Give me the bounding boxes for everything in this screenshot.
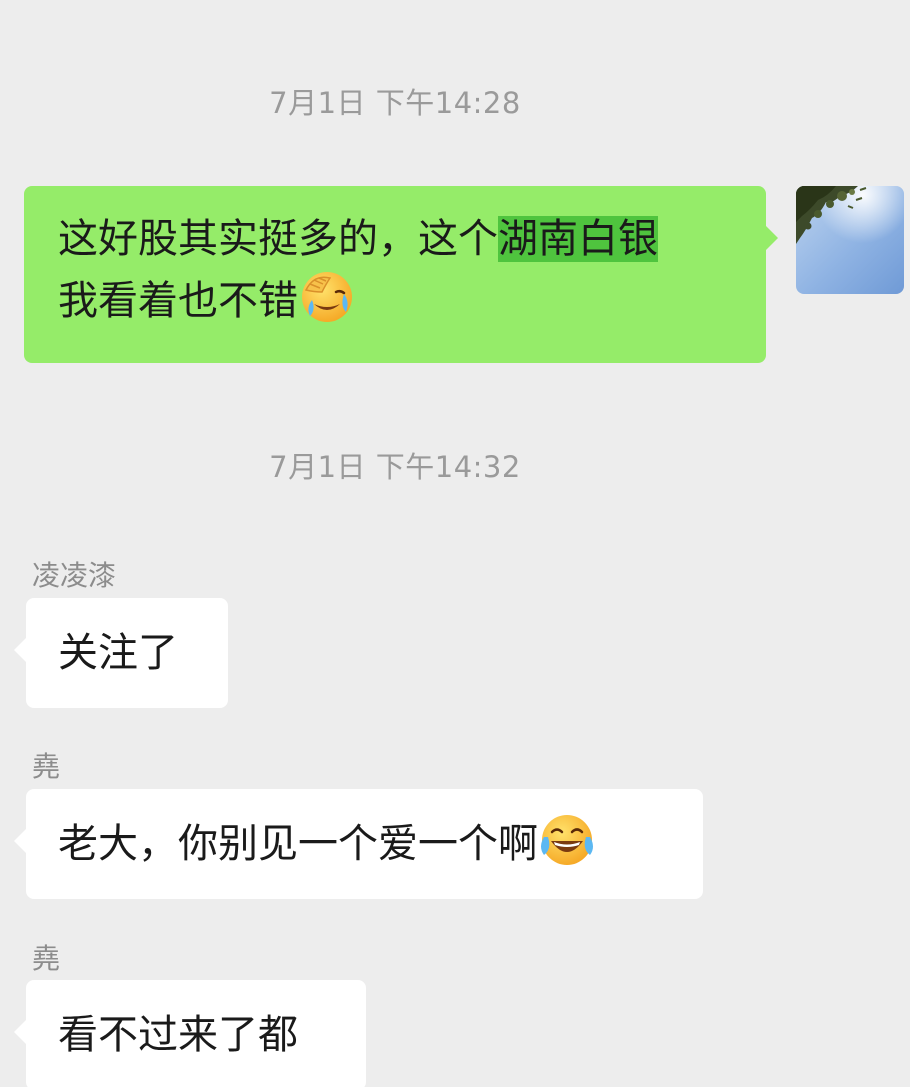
- message-text: 老大，你别见一个爱一个啊: [58, 821, 538, 867]
- chat-window[interactable]: 7月1日 下午14:28 这好股其实挺多的，这个湖南白银 我看着也不错 7月1日…: [0, 0, 910, 1087]
- message-line: 我看着也不错: [58, 270, 732, 332]
- sender-name: 堯: [32, 942, 61, 975]
- sender-name: 凌凌漆: [32, 559, 117, 592]
- avatar[interactable]: [796, 186, 904, 294]
- tears-of-joy-emoji-icon: [541, 815, 593, 865]
- outgoing-message-bubble[interactable]: 这好股其实挺多的，这个湖南白银 我看着也不错: [24, 186, 778, 363]
- incoming-message-bubble[interactable]: 老大，你别见一个爱一个啊: [14, 789, 703, 899]
- sender-name: 堯: [32, 750, 61, 783]
- facepalm-laughing-emoji-icon: [302, 272, 352, 322]
- message-line: 这好股其实挺多的，这个湖南白银: [58, 208, 732, 270]
- avatar-image: [796, 186, 904, 294]
- message-text: 这好股其实挺多的，这个: [58, 216, 498, 262]
- message-text: 我看着也不错: [58, 278, 298, 324]
- message-text: 看不过来了都: [58, 1012, 298, 1058]
- message-text: 关注了: [58, 630, 178, 676]
- highlighted-text: 湖南白银: [498, 216, 658, 262]
- incoming-message-bubble[interactable]: 看不过来了都: [14, 980, 366, 1087]
- incoming-message-bubble[interactable]: 关注了: [14, 598, 228, 708]
- timestamp-divider: 7月1日 下午14:28: [269, 86, 521, 120]
- timestamp-divider: 7月1日 下午14:32: [269, 450, 521, 484]
